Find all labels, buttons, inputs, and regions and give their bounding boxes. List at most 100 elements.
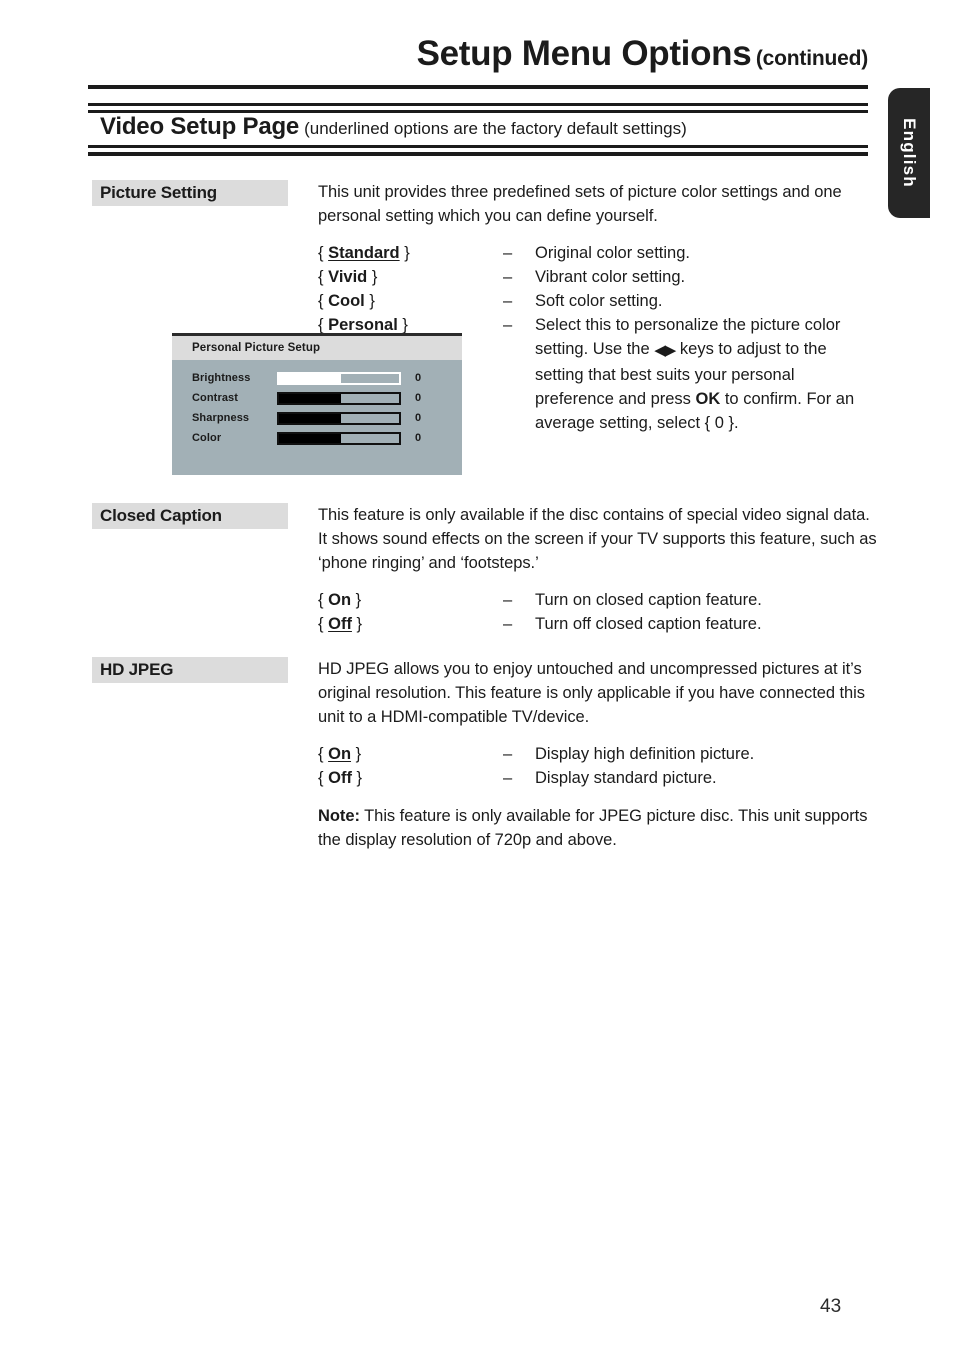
- section-heading-text: Video Setup Page: [100, 113, 300, 140]
- osd-row-value: 0: [415, 412, 422, 424]
- option-value: On: [328, 591, 352, 609]
- option-value: Off: [328, 769, 352, 787]
- option-brace-close: }: [356, 769, 363, 787]
- option-key: { Standard }: [318, 241, 503, 265]
- option-brace-close: }: [355, 591, 362, 609]
- option-brace-open: {: [318, 615, 324, 633]
- option-row: { On } – Turn on closed caption feature.: [318, 588, 878, 612]
- page-title: Setup Menu Options (continued): [88, 34, 869, 73]
- option-value: Standard: [328, 244, 400, 262]
- osd-row-sharpness: Sharpness 0: [172, 409, 462, 427]
- option-row: { Vivid } – Vibrant color setting.: [318, 265, 868, 289]
- option-description: Display standard picture.: [535, 769, 717, 787]
- option-dash: –: [503, 745, 513, 763]
- osd-row-label: Brightness: [192, 372, 251, 384]
- option-dash: –: [503, 292, 513, 310]
- option-dash: –: [503, 244, 513, 262]
- osd-row-value: 0: [415, 392, 422, 404]
- option-dash: –: [503, 615, 513, 633]
- option-brace-close: }: [355, 745, 362, 763]
- option-brace-close: }: [404, 244, 410, 262]
- page-number: 43: [820, 1296, 842, 1317]
- osd-slider-color[interactable]: [277, 431, 401, 445]
- section-rule-lower-a: [88, 145, 868, 148]
- option-row: { Off } – Turn off closed caption featur…: [318, 612, 878, 636]
- osd-slider-sharpness[interactable]: [277, 411, 401, 425]
- option-list-hd-jpeg: { On } – Display high definition picture…: [318, 742, 878, 790]
- option-brace-open: {: [318, 316, 324, 334]
- entry-intro: This feature is only available if the di…: [318, 506, 877, 572]
- option-row: { On } – Display high definition picture…: [318, 742, 878, 766]
- option-row: { Off } – Display standard picture.: [318, 766, 878, 790]
- option-key: { Vivid }: [318, 265, 503, 289]
- osd-body: Brightness 0 Contrast 0 Sharpness 0 Colo…: [172, 360, 462, 475]
- option-brace-open: {: [318, 268, 324, 286]
- left-right-arrow-keys-icon: ◀▶: [654, 342, 676, 359]
- option-list-closed-caption: { On } – Turn on closed caption feature.…: [318, 588, 878, 636]
- osd-slider-brightness[interactable]: [277, 371, 401, 385]
- option-description: Soft color setting.: [535, 292, 663, 310]
- language-tab-label: English: [900, 118, 919, 188]
- option-brace-open: {: [318, 244, 324, 262]
- option-brace-open: {: [318, 292, 324, 310]
- osd-title: Personal Picture Setup: [192, 342, 321, 354]
- entry-body-hd-jpeg: HD JPEG allows you to enjoy untouched an…: [318, 657, 878, 852]
- entry-note: Note: This feature is only available for…: [318, 804, 878, 852]
- note-text: This feature is only available for JPEG …: [318, 807, 868, 849]
- chapter-title-text: Setup Menu Options: [416, 34, 752, 73]
- header-rule-top: [88, 85, 868, 89]
- option-dash: –: [503, 316, 513, 334]
- section-heading-note: (underlined options are the factory defa…: [304, 119, 687, 138]
- osd-slider-fill: [279, 373, 342, 383]
- option-row: { Standard } – Original color setting.: [318, 241, 868, 265]
- osd-row-contrast: Contrast 0: [172, 389, 462, 407]
- entry-label-text: Picture Setting: [100, 183, 217, 202]
- option-description: Original color setting.: [535, 244, 690, 262]
- entry-label-closed-caption: Closed Caption: [92, 503, 288, 529]
- option-brace-open: {: [318, 745, 324, 763]
- option-key: { Off }: [318, 612, 503, 636]
- osd-slider-fill: [279, 413, 342, 423]
- option-brace-close: }: [371, 268, 378, 286]
- option-description: Vibrant color setting.: [535, 268, 686, 286]
- osd-row-label: Sharpness: [192, 412, 250, 424]
- option-brace-open: {: [318, 591, 324, 609]
- entry-label-picture-setting: Picture Setting: [92, 180, 288, 206]
- entry-body-closed-caption: This feature is only available if the di…: [318, 503, 878, 636]
- option-key: { Cool }: [318, 289, 503, 313]
- option-description: Display high definition picture.: [535, 745, 755, 763]
- option-row: { Cool } – Soft color setting.: [318, 289, 868, 313]
- option-value: Personal: [328, 316, 398, 334]
- osd-row-color: Color 0: [172, 429, 462, 447]
- osd-row-brightness: Brightness 0: [172, 369, 462, 387]
- entry-intro: HD JPEG allows you to enjoy untouched an…: [318, 660, 865, 726]
- section-rule-upper-a: [88, 103, 868, 106]
- entry-label-text: HD JPEG: [100, 660, 174, 679]
- osd-title-bar: Personal Picture Setup: [172, 336, 462, 360]
- ok-key-label: OK: [695, 390, 721, 408]
- option-brace-close: }: [402, 316, 408, 334]
- osd-row-label: Color: [192, 432, 222, 444]
- personal-picture-setup-screen: Personal Picture Setup Brightness 0 Cont…: [172, 333, 462, 475]
- option-description-personal: Select this to personalize the picture c…: [535, 313, 868, 435]
- section-heading: Video Setup Page (underlined options are…: [100, 113, 687, 143]
- entry-intro: This unit provides three predefined sets…: [318, 183, 842, 225]
- manual-page: Setup Menu Options (continued) Video Set…: [0, 0, 954, 1350]
- option-value: On: [328, 745, 352, 763]
- osd-slider-fill: [279, 393, 342, 403]
- option-brace-close: }: [356, 615, 363, 633]
- osd-slider-contrast[interactable]: [277, 391, 401, 405]
- entry-label-hd-jpeg: HD JPEG: [92, 657, 288, 683]
- osd-row-label: Contrast: [192, 392, 239, 404]
- option-key: { Off }: [318, 766, 503, 790]
- option-brace-open: {: [318, 769, 324, 787]
- language-tab: English: [888, 88, 930, 218]
- osd-slider-fill: [279, 433, 342, 443]
- entry-label-text: Closed Caption: [100, 506, 222, 525]
- osd-row-value: 0: [415, 372, 422, 384]
- option-value: Off: [328, 615, 352, 633]
- option-dash: –: [503, 591, 513, 609]
- option-description: Turn off closed caption feature.: [535, 615, 762, 633]
- note-label: Note:: [318, 807, 360, 825]
- option-dash: –: [503, 769, 513, 787]
